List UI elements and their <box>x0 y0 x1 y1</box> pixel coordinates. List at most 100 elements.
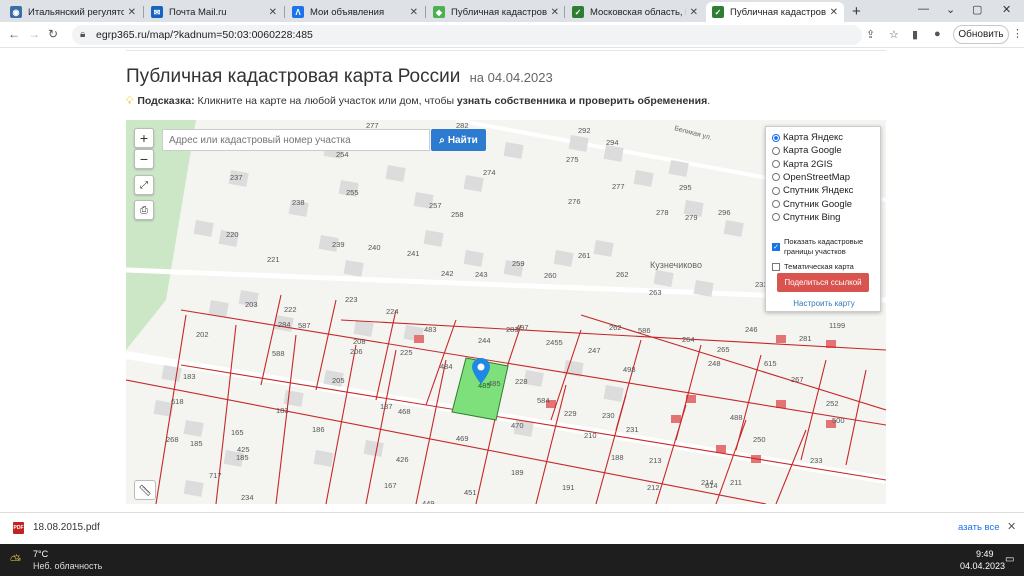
parcel-number[interactable]: 618 <box>171 397 184 406</box>
tab-close-icon[interactable]: ✕ <box>830 7 838 18</box>
radio-button[interactable] <box>772 146 780 155</box>
parcel-number[interactable]: 208 <box>353 337 366 346</box>
close-icon[interactable]: ✕ <box>1007 520 1016 533</box>
close-window-icon[interactable]: ✕ <box>1002 3 1011 16</box>
layer-option[interactable]: Спутник Google <box>772 199 852 210</box>
parcel-number[interactable]: 183 <box>183 372 196 381</box>
parcel-number[interactable]: 261 <box>578 251 591 260</box>
parcel-number[interactable]: 296 <box>718 208 731 217</box>
parcel-number[interactable]: 488 <box>730 413 743 422</box>
clock-time[interactable]: 9:49 <box>976 549 994 559</box>
back-icon[interactable]: ← <box>8 27 20 41</box>
parcel-number[interactable]: 244 <box>478 336 491 345</box>
parcel-number[interactable]: 281 <box>799 334 812 343</box>
parcel-number[interactable]: 451 <box>464 488 477 497</box>
browser-tab[interactable]: ◉ Итальянский регулятор ск ✕ <box>4 2 142 22</box>
browser-tab[interactable]: ✓ Публичная кадастровая к ✕ <box>706 2 844 22</box>
parcel-number[interactable]: 189 <box>511 468 524 477</box>
parcel-number[interactable]: 237 <box>230 173 243 182</box>
parcel-number[interactable]: 588 <box>272 349 285 358</box>
profile-avatar-icon[interactable]: ● <box>934 28 941 40</box>
ruler-icon[interactable]: 📏︎ <box>134 480 156 500</box>
parcel-number[interactable]: 210 <box>584 431 597 440</box>
reload-icon[interactable]: ↻ <box>48 27 58 41</box>
layer-option[interactable]: Карта Яндекс <box>772 132 843 143</box>
parcel-number[interactable]: 586 <box>638 326 651 335</box>
radio-button[interactable] <box>772 173 780 182</box>
menu-dots-icon[interactable]: ⋮ <box>1012 27 1023 40</box>
parcel-number[interactable]: 241 <box>407 249 420 258</box>
parcel-number[interactable]: 278 <box>656 208 669 217</box>
print-icon[interactable]: ⎙ <box>134 200 154 220</box>
parcel-number[interactable]: 484 <box>440 362 453 371</box>
parcel-number[interactable]: 259 <box>512 259 525 268</box>
parcel-number[interactable]: 500 <box>832 416 845 425</box>
parcel-number[interactable]: 276 <box>568 197 581 206</box>
parcel-number[interactable]: 587 <box>298 321 311 330</box>
parcel-number[interactable]: 165 <box>231 428 244 437</box>
parcel-number[interactable]: 284 <box>278 320 291 329</box>
bookmark-star-icon[interactable]: ☆ <box>889 28 899 41</box>
parcel-number[interactable]: 275 <box>566 155 579 164</box>
radio-button[interactable] <box>772 213 780 222</box>
parcel-number[interactable]: 242 <box>441 269 454 278</box>
weather-temp[interactable]: 7°C <box>33 549 48 559</box>
zoom-in-button[interactable]: + <box>134 128 154 148</box>
parcel-number[interactable]: 255 <box>346 188 359 197</box>
parcel-number[interactable]: 292 <box>578 126 591 135</box>
maximize-icon[interactable]: ▢ <box>972 3 982 16</box>
parcel-number[interactable]: 185 <box>236 453 249 462</box>
parcel-number[interactable]: 243 <box>475 270 488 279</box>
clock-date[interactable]: 04.04.2023 <box>960 561 1005 571</box>
forward-icon[interactable]: → <box>28 27 40 41</box>
parcel-number[interactable]: 250 <box>753 435 766 444</box>
parcel-number[interactable]: 615 <box>764 359 777 368</box>
show-all-downloads-link[interactable]: азать все <box>958 522 1000 533</box>
parcel-number[interactable]: 230 <box>602 411 615 420</box>
parcel-number[interactable]: 2455 <box>546 338 563 347</box>
parcel-number[interactable]: 264 <box>682 335 695 344</box>
checkbox-checked[interactable]: ✓ <box>772 243 780 251</box>
browser-tab[interactable]: ✉ Почта Mail.ru ✕ <box>145 2 283 22</box>
parcel-number[interactable]: 295 <box>679 183 692 192</box>
parcel-number[interactable]: 262 <box>609 323 622 332</box>
parcel-number[interactable]: 221 <box>267 255 280 264</box>
parcel-number[interactable]: 222 <box>284 305 297 314</box>
parcel-number[interactable]: 426 <box>396 455 409 464</box>
update-button[interactable]: Обновить <box>953 25 1009 44</box>
parcel-number[interactable]: 449 <box>422 499 435 504</box>
weather-cloud-icon[interactable]: ⛅︎ <box>10 552 21 569</box>
parcel-number[interactable]: 205 <box>332 376 345 385</box>
parcel-number[interactable]: 470 <box>511 421 524 430</box>
parcel-number[interactable]: 245 <box>126 120 139 122</box>
parcel-number[interactable]: 239 <box>332 240 345 249</box>
layer-option[interactable]: OpenStreetMap <box>772 172 850 183</box>
parcel-number[interactable]: 234 <box>241 493 254 502</box>
parcel-number[interactable]: 246 <box>745 325 758 334</box>
tab-close-icon[interactable]: ✕ <box>269 7 277 18</box>
thematic-option[interactable]: Тематическая карта <box>772 262 854 271</box>
parcel-number[interactable]: 224 <box>386 307 399 316</box>
parcel-number[interactable]: 213 <box>649 456 662 465</box>
new-tab-button[interactable]: + <box>852 3 861 20</box>
parcel-number[interactable]: 185 <box>190 439 203 448</box>
parcel-number[interactable]: 294 <box>606 138 619 147</box>
parcel-number[interactable]: 248 <box>708 359 721 368</box>
parcel-number[interactable]: 203 <box>245 300 258 309</box>
address-bar[interactable]: 🔒︎ egrp365.ru/map/?kadnum=50:03:0060228:… <box>72 25 862 45</box>
parcel-number[interactable]: 229 <box>564 409 577 418</box>
search-input[interactable] <box>162 129 430 151</box>
configure-map-link[interactable]: Настроить карту <box>766 299 882 308</box>
browser-tab[interactable]: ◆ Публичная кадастровая к ✕ <box>427 2 565 22</box>
browser-tab[interactable]: ✓ Московская область, Клин ✕ <box>566 2 704 22</box>
parcel-number[interactable]: 214 <box>701 478 714 487</box>
checkbox-unchecked[interactable] <box>772 262 780 271</box>
parcel-number[interactable]: 238 <box>292 198 305 207</box>
parcel-number[interactable]: 228 <box>515 377 528 386</box>
zoom-out-button[interactable]: − <box>134 149 154 169</box>
layer-option[interactable]: Спутник Яндекс <box>772 185 853 196</box>
share-link-button[interactable]: Поделиться ссылкой <box>777 273 869 292</box>
parcel-number[interactable]: 260 <box>544 271 557 280</box>
parcel-number[interactable]: 1199 <box>829 321 845 330</box>
parcel-number[interactable]: 258 <box>451 210 464 219</box>
